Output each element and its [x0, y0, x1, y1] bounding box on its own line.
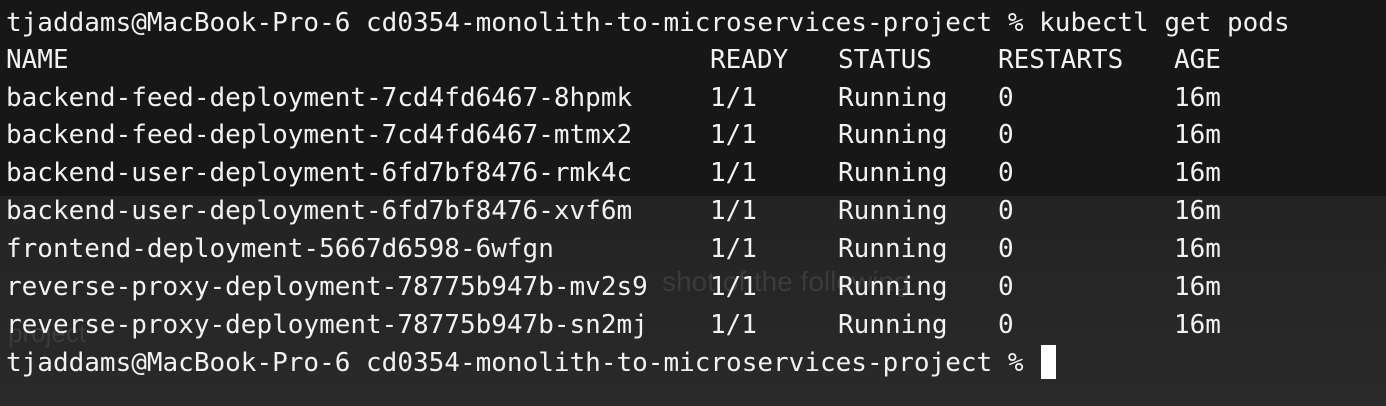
pod-ready: 1/1	[710, 310, 757, 340]
header-age: AGE	[1174, 45, 1221, 75]
header-status: STATUS	[838, 45, 932, 75]
table-row: backend-user-deployment-6fd7bf8476-xvf6m…	[6, 192, 1376, 230]
pod-restarts: 0	[998, 310, 1014, 340]
pod-age: 16m	[1174, 310, 1221, 340]
terminal-window[interactable]: shot of the following project tjaddams@M…	[0, 0, 1386, 406]
table-row: frontend-deployment-5667d6598-6wfgn 1/1 …	[6, 230, 1376, 268]
pod-age: 16m	[1174, 83, 1221, 113]
pod-ready: 1/1	[710, 120, 757, 150]
pod-status: Running	[838, 272, 948, 302]
text-cursor[interactable]	[1041, 344, 1057, 379]
pod-age: 16m	[1174, 158, 1221, 188]
table-row: reverse-proxy-deployment-78775b947b-sn2m…	[6, 306, 1376, 344]
pod-status: Running	[838, 158, 948, 188]
prompt-user-host: tjaddams@MacBook-Pro-6	[6, 348, 351, 378]
pod-restarts: 0	[998, 83, 1014, 113]
pod-restarts: 0	[998, 120, 1014, 150]
pod-name: backend-feed-deployment-7cd4fd6467-8hpmk	[6, 83, 633, 113]
prompt-symbol: %	[1007, 348, 1024, 378]
pod-name: frontend-deployment-5667d6598-6wfgn	[6, 234, 554, 264]
pod-name: reverse-proxy-deployment-78775b947b-mv2s…	[6, 272, 648, 302]
pod-ready: 1/1	[710, 83, 757, 113]
pod-restarts: 0	[998, 272, 1014, 302]
header-name: NAME	[6, 45, 69, 75]
pod-age: 16m	[1174, 120, 1221, 150]
pod-ready: 1/1	[710, 234, 757, 264]
prompt-symbol: %	[1007, 8, 1024, 38]
pod-restarts: 0	[998, 196, 1014, 226]
prompt-line[interactable]: tjaddams@MacBook-Pro-6 cd0354-monolith-t…	[6, 344, 1376, 382]
pod-status: Running	[838, 83, 948, 113]
pod-status: Running	[838, 120, 948, 150]
command-line: tjaddams@MacBook-Pro-6 cd0354-monolith-t…	[6, 4, 1376, 42]
pod-restarts: 0	[998, 234, 1014, 264]
pod-name: backend-user-deployment-6fd7bf8476-xvf6m	[6, 196, 633, 226]
pod-age: 16m	[1174, 234, 1221, 264]
prompt-user-host: tjaddams@MacBook-Pro-6	[6, 8, 351, 38]
table-row: reverse-proxy-deployment-78775b947b-mv2s…	[6, 268, 1376, 306]
pod-restarts: 0	[998, 158, 1014, 188]
table-row: backend-feed-deployment-7cd4fd6467-mtmx2…	[6, 116, 1376, 154]
header-restarts: RESTARTS	[998, 45, 1124, 75]
pod-ready: 1/1	[710, 272, 757, 302]
pod-status: Running	[838, 310, 948, 340]
prompt-directory: cd0354-monolith-to-microservices-project	[366, 348, 993, 378]
pod-name: reverse-proxy-deployment-78775b947b-sn2m…	[6, 310, 648, 340]
table-row: backend-user-deployment-6fd7bf8476-rmk4c…	[6, 154, 1376, 192]
pod-status: Running	[838, 196, 948, 226]
table-header: NAME READY STATUS RESTARTS AGE	[6, 41, 1376, 79]
pod-age: 16m	[1174, 272, 1221, 302]
pod-ready: 1/1	[710, 158, 757, 188]
pod-name: backend-user-deployment-6fd7bf8476-rmk4c	[6, 158, 633, 188]
command-text: kubectl get pods	[1039, 8, 1290, 38]
header-ready: READY	[710, 45, 789, 75]
pod-age: 16m	[1174, 196, 1221, 226]
pod-ready: 1/1	[710, 196, 757, 226]
prompt-directory: cd0354-monolith-to-microservices-project	[366, 8, 993, 38]
pod-status: Running	[838, 234, 948, 264]
table-row: backend-feed-deployment-7cd4fd6467-8hpmk…	[6, 79, 1376, 117]
pod-name: backend-feed-deployment-7cd4fd6467-mtmx2	[6, 120, 633, 150]
